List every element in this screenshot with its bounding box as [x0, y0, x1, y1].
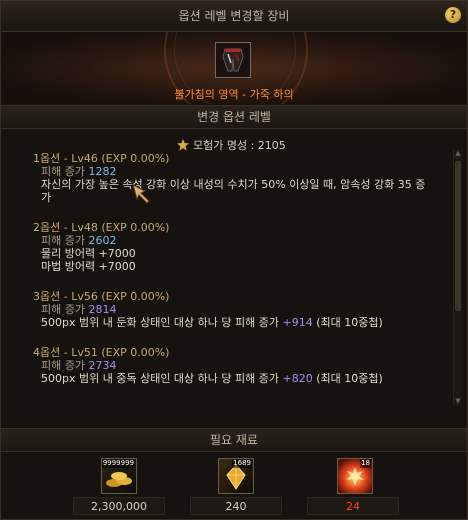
damage-label: 피해 증가: [41, 303, 85, 316]
crystal-shard-icon[interactable]: 1689: [218, 458, 254, 494]
options-section-header: 변경 옵션 레벨: [1, 105, 467, 129]
option-2-damage: 피해 증가 2602: [33, 234, 443, 247]
window-titlebar[interactable]: 옵션 레벨 변경할 장비 ?: [1, 1, 467, 32]
leather-pants-icon[interactable]: [215, 42, 251, 78]
options-list: 1옵션 - Lv46 (EXP 0.00%) 피해 증가 1282 자신의 가장…: [33, 150, 443, 385]
option-4-damage: 피해 증가 2734: [33, 359, 443, 372]
burning-orb-icon[interactable]: 18: [337, 458, 373, 494]
option-4-desc-suffix: (최대 10중첩): [312, 372, 383, 385]
damage-label: 피해 증가: [41, 234, 85, 247]
material-quantity: 240: [190, 497, 282, 515]
damage-value: 1282: [88, 165, 117, 178]
option-1: 1옵션 - Lv46 (EXP 0.00%) 피해 증가 1282 자신의 가장…: [33, 152, 443, 204]
option-4-desc-text: 500px 범위 내 중독 상태인 대상 하나 당 피해 증가: [41, 372, 283, 385]
option-3-desc-text: 500px 범위 내 둔화 상태인 대상 하나 당 피해 증가: [41, 316, 283, 329]
option-1-desc-line2: 가: [41, 191, 52, 204]
option-3: 3옵션 - Lv56 (EXP 0.00%) 피해 증가 2814 500px …: [33, 290, 443, 329]
option-2-header: 2옵션 - Lv48 (EXP 0.00%): [33, 221, 170, 234]
options-panel: 모험가 명성 : 2105 1옵션 - Lv46 (EXP 0.00%) 피해 …: [23, 128, 465, 419]
option-4: 4옵션 - Lv51 (EXP 0.00%) 피해 증가 2734 500px …: [33, 346, 443, 385]
material-quantity: 2,300,000: [73, 497, 165, 515]
materials-section-header: 필요 재료: [1, 428, 467, 452]
option-2: 2옵션 - Lv48 (EXP 0.00%) 피해 증가 2602 물리 방어력…: [33, 221, 443, 273]
scrollbar-thumb[interactable]: [455, 161, 461, 311]
option-level-window: 옵션 레벨 변경할 장비 ? 불가침의 영역 - 가죽 하의 변경 옵션 레벨 …: [0, 0, 468, 520]
option-4-desc-value: +820: [282, 372, 313, 385]
option-1-desc-line1: 자신의 가장 높은 속성 강화 이상 내성의 수치가 50% 이상일 때, 암속…: [41, 178, 426, 191]
damage-value: 2734: [88, 359, 117, 372]
option-1-damage: 피해 증가 1282: [33, 165, 443, 178]
option-3-damage: 피해 증가 2814: [33, 303, 443, 316]
option-4-header: 4옵션 - Lv51 (EXP 0.00%): [33, 346, 170, 359]
material-badge: 1689: [232, 459, 252, 468]
scroll-up-icon[interactable]: ▲: [454, 149, 462, 157]
options-scrollbar[interactable]: ▲ ▼: [453, 149, 462, 405]
mouse-cursor-icon: [131, 183, 153, 209]
help-icon[interactable]: ?: [445, 7, 461, 23]
option-2-line2: 마법 방어력 +7000: [41, 260, 136, 273]
material-badge: 18: [360, 459, 371, 468]
damage-label: 피해 증가: [41, 165, 85, 178]
option-2-line1: 물리 방어력 +7000: [41, 247, 136, 260]
option-1-header: 1옵션 - Lv46 (EXP 0.00%): [33, 152, 170, 165]
material-badge: 9999999: [101, 459, 135, 468]
damage-label: 피해 증가: [41, 359, 85, 372]
damage-value: 2602: [88, 234, 117, 247]
option-3-header: 3옵션 - Lv56 (EXP 0.00%): [33, 290, 170, 303]
option-3-desc-suffix: (최대 10중첩): [312, 316, 383, 329]
item-name: 불가침의 영역 - 가죽 하의: [174, 88, 294, 101]
scroll-down-icon[interactable]: ▼: [454, 397, 462, 405]
material-quantity: 24: [307, 497, 399, 515]
window-title: 옵션 레벨 변경할 장비: [178, 9, 290, 23]
damage-value: 2814: [88, 303, 117, 316]
option-4-desc: 500px 범위 내 중독 상태인 대상 하나 당 피해 증가 +820 (최대…: [33, 372, 443, 385]
option-3-desc: 500px 범위 내 둔화 상태인 대상 하나 당 피해 증가 +914 (최대…: [33, 316, 443, 329]
item-display: 불가침의 영역 - 가죽 하의: [1, 32, 467, 104]
option-3-desc-value: +914: [282, 316, 313, 329]
gold-coins-icon[interactable]: 9999999: [101, 458, 137, 494]
